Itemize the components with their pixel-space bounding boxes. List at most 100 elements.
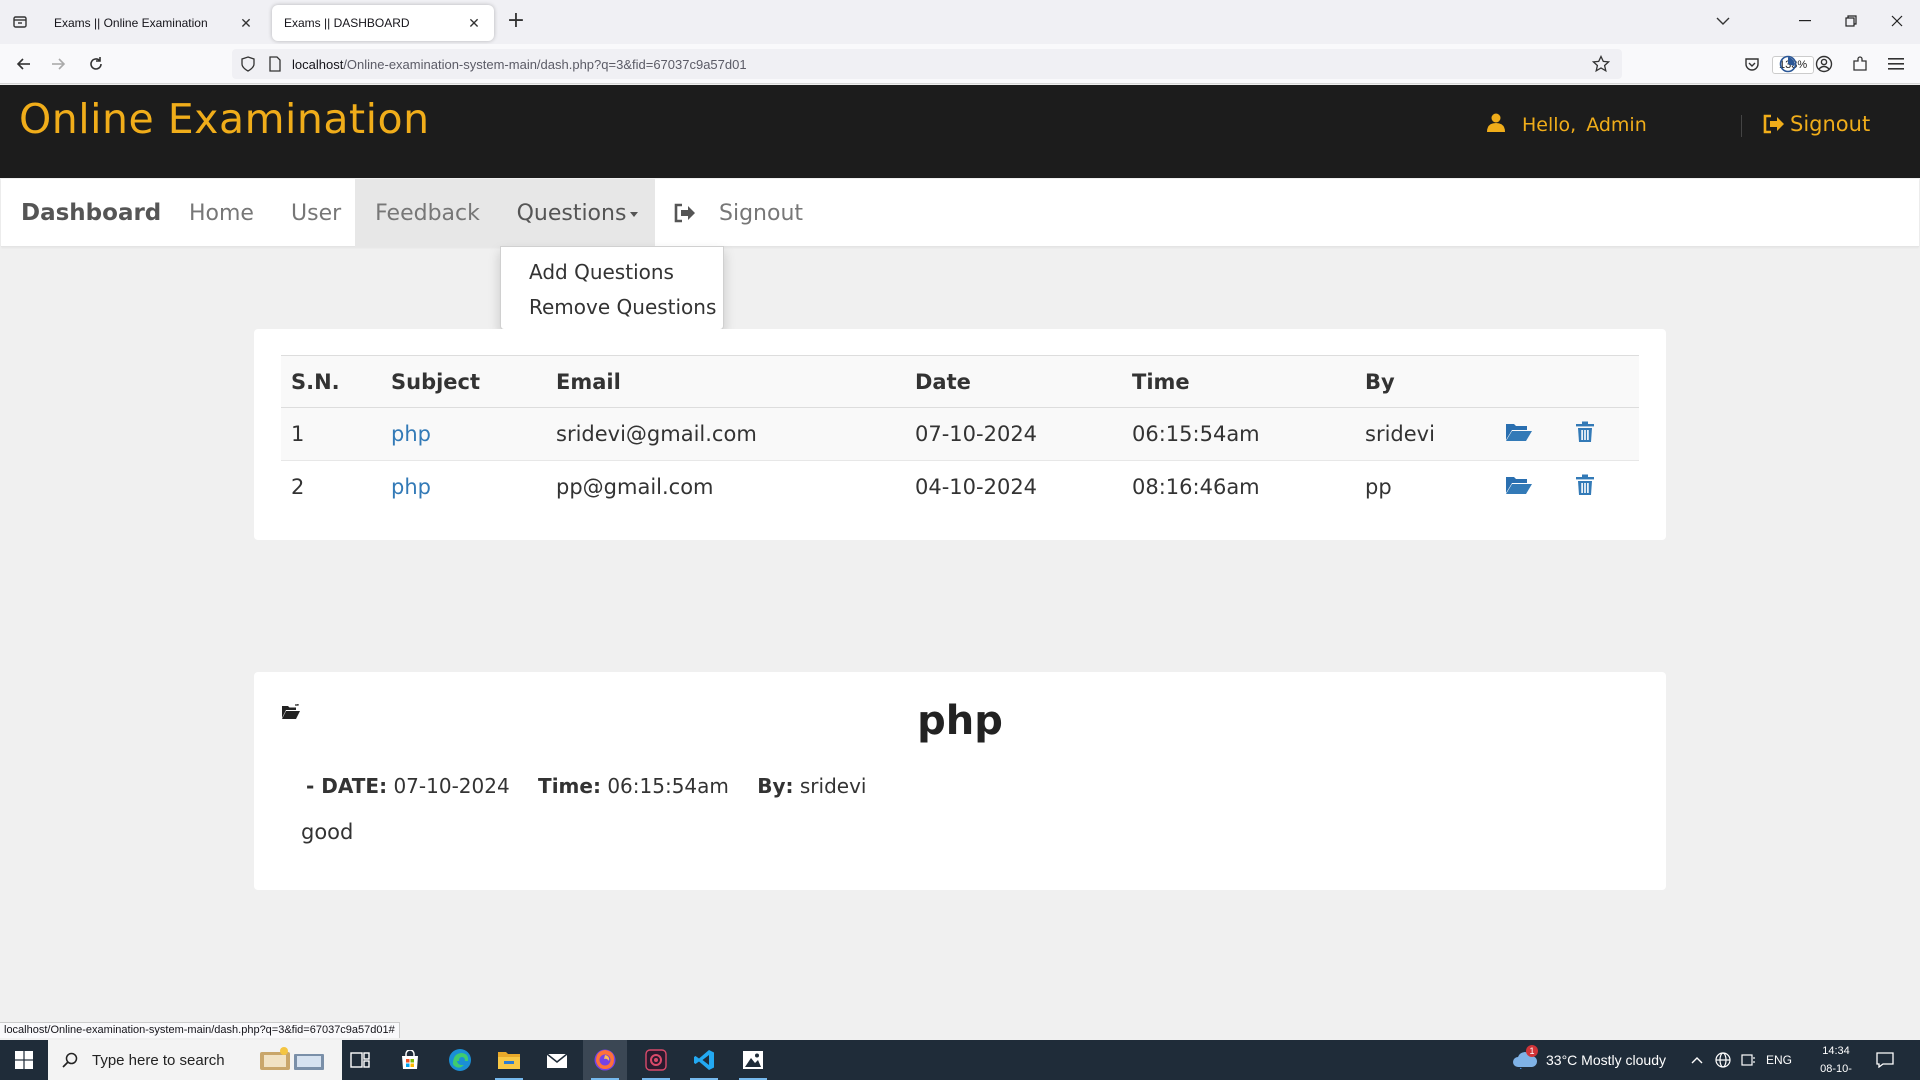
extension-timer-icon[interactable]: [1776, 52, 1800, 76]
task-view-icon[interactable]: [338, 1040, 382, 1080]
table-row: 1 php sridevi@gmail.com 07-10-2024 06:15…: [281, 407, 1639, 461]
cell-date: 04-10-2024: [905, 460, 1122, 514]
browser-tab-bar: Exams || Online Examination ✕ Exams || D…: [0, 0, 1920, 44]
search-placeholder: Type here to search: [92, 1051, 225, 1069]
browser-tab-dashboard[interactable]: Exams || DASHBOARD ✕: [272, 5, 494, 41]
windows-taskbar: Type here to search 1 33°C Mostly cloudy: [0, 1040, 1920, 1080]
subject-link[interactable]: php: [391, 422, 431, 446]
folder-open-icon[interactable]: [1505, 422, 1533, 442]
detail-date-label: - DATE:: [306, 774, 388, 798]
menu-item-add-questions[interactable]: Add Questions: [501, 255, 723, 290]
subject-link[interactable]: php: [391, 475, 431, 499]
table-header-row: S.N. Subject Email Date Time By: [281, 355, 1639, 408]
shield-icon[interactable]: [240, 56, 256, 76]
questions-dropdown-menu: Add Questions Remove Questions: [500, 246, 724, 330]
pocket-icon[interactable]: [1740, 52, 1764, 76]
column-header-by: By: [1355, 355, 1495, 408]
mail-icon[interactable]: [535, 1040, 579, 1080]
url-path: /Online-examination-system-main/dash.php…: [343, 56, 747, 72]
close-tab-icon[interactable]: ✕: [466, 15, 482, 32]
detail-by-label: By:: [757, 774, 794, 798]
close-tab-icon[interactable]: ✕: [238, 15, 254, 32]
photos-app-icon[interactable]: [731, 1040, 775, 1080]
signout-icon: [1763, 114, 1784, 134]
nav-signout-label: Signout: [719, 200, 804, 226]
language-indicator[interactable]: ENG: [1766, 1040, 1792, 1080]
cell-subject: php: [381, 407, 546, 461]
vscode-icon[interactable]: [682, 1040, 726, 1080]
network-globe-icon[interactable]: [1715, 1040, 1731, 1080]
cell-subject: php: [381, 460, 546, 514]
back-icon[interactable]: [12, 52, 36, 76]
header-signout-link[interactable]: Signout: [1762, 112, 1870, 136]
tab-list-icon[interactable]: [8, 10, 32, 34]
trash-icon[interactable]: [1575, 421, 1595, 443]
notification-center-icon[interactable]: [1876, 1040, 1894, 1080]
cell-delete: [1565, 460, 1639, 514]
firefox-icon[interactable]: [583, 1040, 627, 1080]
account-icon[interactable]: [1812, 52, 1836, 76]
restore-icon[interactable]: [1836, 8, 1866, 34]
page-icon[interactable]: [268, 56, 282, 76]
feedback-detail-panel: php - DATE: 07-10-2024 Time: 06:15:54am …: [254, 672, 1666, 890]
feedback-table-panel: S.N. Subject Email Date Time By 1 php sr…: [254, 329, 1666, 540]
column-header-delete: [1565, 355, 1639, 408]
forward-icon[interactable]: [46, 52, 70, 76]
recorder-app-icon[interactable]: [634, 1040, 678, 1080]
minimize-icon[interactable]: [1790, 8, 1820, 34]
nav-signout[interactable]: Signout: [673, 179, 803, 247]
nav-feedback[interactable]: Feedback: [355, 179, 500, 247]
microsoft-store-icon[interactable]: [388, 1040, 432, 1080]
nav-user[interactable]: User: [291, 179, 341, 247]
extensions-icon[interactable]: [1848, 52, 1872, 76]
cell-open: [1495, 407, 1565, 461]
tab-title: Exams || DASHBOARD: [284, 16, 410, 30]
folder-open-icon[interactable]: [1505, 475, 1533, 495]
browser-tab-exams[interactable]: Exams || Online Examination ✕: [42, 5, 266, 41]
url-text[interactable]: localhost/Online-examination-system-main…: [292, 57, 747, 72]
weather-widget[interactable]: 1 33°C Mostly cloudy: [1512, 1040, 1666, 1080]
taskbar-clock[interactable]: 14:34 08-10-2024: [1808, 1042, 1864, 1080]
column-header-email: Email: [546, 355, 905, 408]
cell-sn: 2: [281, 460, 381, 514]
weather-alert-badge: 1: [1526, 1044, 1538, 1057]
app-navbar: Dashboard Home User Feedback Questions S…: [1, 179, 1919, 247]
admin-name[interactable]: Admin: [1586, 114, 1647, 136]
address-bar[interactable]: localhost/Online-examination-system-main…: [232, 49, 1815, 79]
column-header-subject: Subject: [381, 355, 546, 408]
reload-icon[interactable]: [84, 52, 108, 76]
edge-browser-icon[interactable]: [438, 1040, 482, 1080]
nav-brand-dashboard[interactable]: Dashboard: [21, 179, 161, 247]
cell-email: sridevi@gmail.com: [546, 407, 905, 461]
url-host: localhost: [292, 56, 344, 72]
cloud-rain-icon: 1: [1512, 1044, 1538, 1072]
table-row: 2 php pp@gmail.com 04-10-2024 08:16:46am…: [281, 460, 1639, 514]
file-explorer-icon[interactable]: [487, 1040, 531, 1080]
menu-item-remove-questions[interactable]: Remove Questions: [501, 290, 723, 325]
cell-by: sridevi: [1355, 407, 1495, 461]
close-window-icon[interactable]: [1882, 8, 1912, 34]
tab-overflow-chevron-icon[interactable]: [1708, 8, 1738, 34]
cell-open: [1495, 460, 1565, 514]
column-header-open: [1495, 355, 1565, 408]
clock-time: 14:34: [1822, 1045, 1850, 1057]
greeting: Hello, Admin: [1486, 112, 1647, 137]
nav-questions-dropdown[interactable]: Questions: [500, 179, 655, 247]
nav-home[interactable]: Home: [189, 179, 254, 247]
tab-title: Exams || Online Examination: [54, 16, 208, 30]
detail-feedback-text: good: [301, 820, 354, 844]
new-tab-icon[interactable]: +: [504, 10, 528, 34]
column-header-sn: S.N.: [281, 355, 381, 408]
taskbar-search-box[interactable]: Type here to search: [48, 1040, 342, 1080]
menu-icon[interactable]: [1884, 52, 1908, 76]
bookmark-star-icon[interactable]: [1591, 54, 1611, 77]
signout-icon: [674, 203, 695, 223]
clock-date: 08-10-2024: [1820, 1063, 1852, 1075]
tray-chevron-up-icon[interactable]: [1691, 1040, 1703, 1080]
cell-delete: [1565, 407, 1639, 461]
column-header-date: Date: [905, 355, 1122, 408]
trash-icon[interactable]: [1575, 474, 1595, 496]
volume-icon[interactable]: [1740, 1040, 1756, 1080]
windows-start-icon[interactable]: [0, 1040, 48, 1080]
column-header-time: Time: [1122, 355, 1355, 408]
